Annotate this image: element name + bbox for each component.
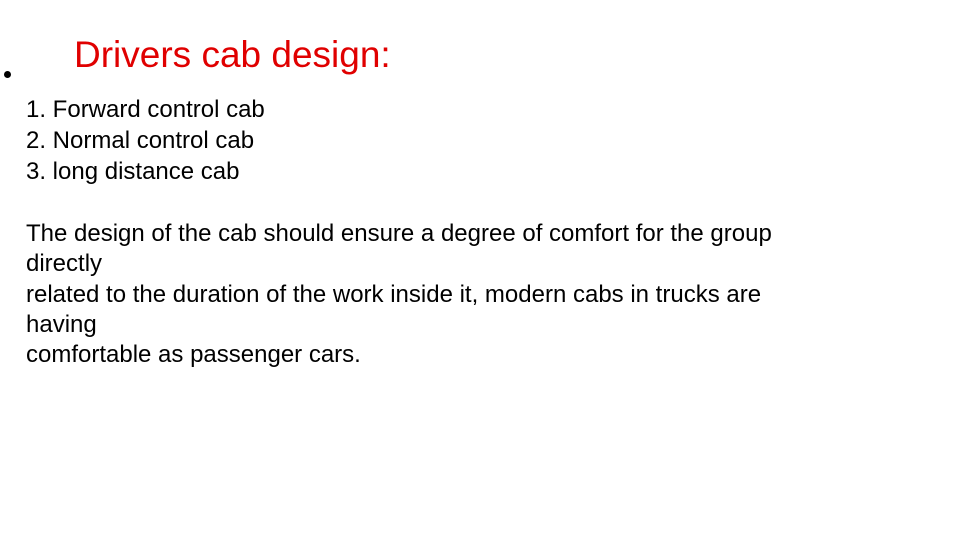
bullet-icon	[4, 71, 11, 78]
list-item: 3. long distance cab	[26, 158, 240, 185]
list-item: 2. Normal control cab	[26, 127, 255, 154]
paragraph-line: having	[26, 310, 97, 338]
cab-types-list: 1. Forward control cab 2. Normal control…	[26, 94, 265, 187]
paragraph-line: comfortable as passenger cars.	[26, 341, 361, 369]
paragraph-line: The design of the cab should ensure a de…	[26, 220, 772, 247]
description-paragraph: The design of the cab should ensure a de…	[26, 219, 772, 370]
paragraph-line: related to the duration of the work insi…	[26, 280, 762, 308]
paragraph-line: directly	[26, 250, 103, 278]
slide-title: Drivers cab design:	[74, 34, 391, 75]
list-item: 1. Forward control cab	[26, 96, 265, 123]
slide: Drivers cab design: 1. Forward control c…	[0, 0, 960, 540]
